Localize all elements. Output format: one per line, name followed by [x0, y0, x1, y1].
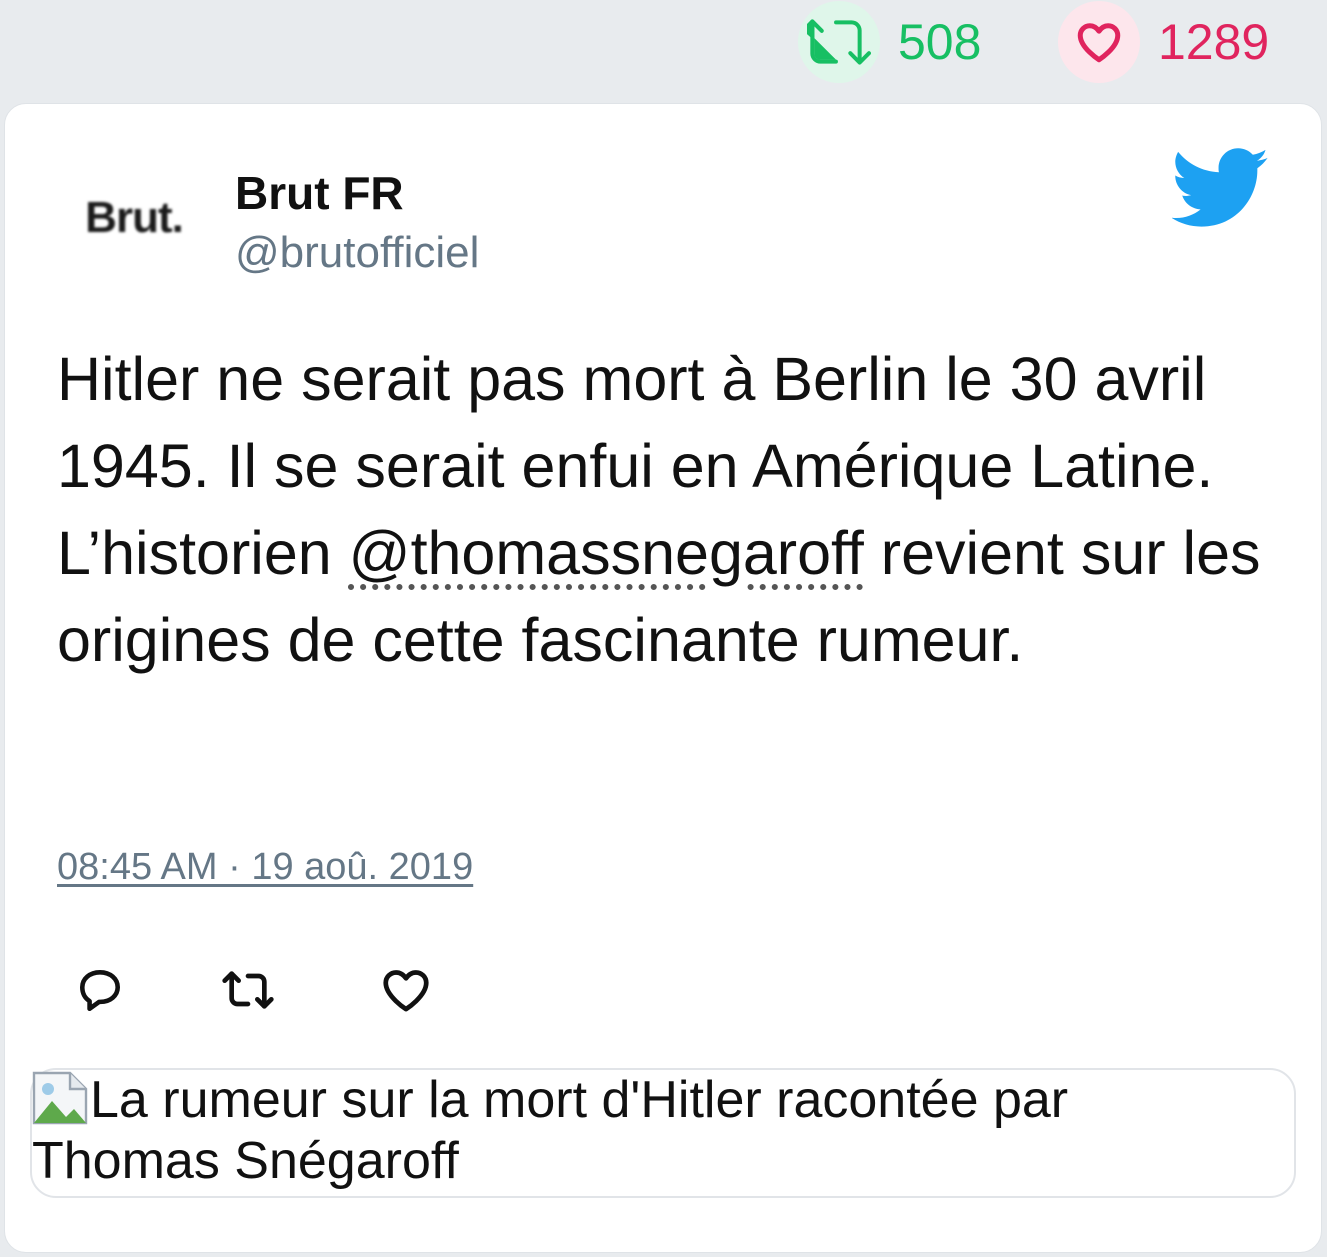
retweet-icon — [798, 1, 880, 83]
heart-icon — [1058, 1, 1140, 83]
reply-icon — [80, 970, 121, 1012]
reply-button[interactable] — [72, 962, 128, 1018]
like-button[interactable] — [378, 962, 434, 1018]
avatar-logo-text: Brut. — [85, 193, 184, 242]
twitter-bird-icon[interactable] — [1171, 148, 1270, 228]
retweet-count-stat[interactable]: 508 — [798, 0, 981, 84]
heart-icon — [383, 970, 429, 1012]
user-handle[interactable]: @brutofficiel — [235, 228, 479, 278]
media-alt-text-block[interactable]: La rumeur sur la mort d'Hitler racontée … — [32, 1070, 1232, 1192]
media-alt-text: La rumeur sur la mort d'Hitler racontée … — [32, 1071, 1069, 1190]
tweet-actions — [0, 962, 1327, 1022]
retweet-count: 508 — [898, 14, 982, 70]
engagement-bar: 508 1289 — [0, 0, 1327, 100]
tweet-timestamp-link[interactable]: 08:45 AM · 19 aoû. 2019 — [57, 846, 473, 889]
retweet-icon — [222, 971, 274, 1009]
like-count: 1289 — [1158, 14, 1270, 70]
mention-link[interactable]: @thomassnegaroff — [349, 519, 864, 587]
display-name[interactable]: Brut FR — [235, 166, 404, 220]
tweet-text: Hitler ne serait pas mort à Berlin le 30… — [57, 336, 1277, 684]
broken-image-icon — [32, 1071, 88, 1125]
avatar[interactable]: Brut. — [76, 176, 192, 260]
retweet-button[interactable] — [220, 962, 276, 1018]
like-count-stat[interactable]: 1289 — [1058, 0, 1269, 84]
